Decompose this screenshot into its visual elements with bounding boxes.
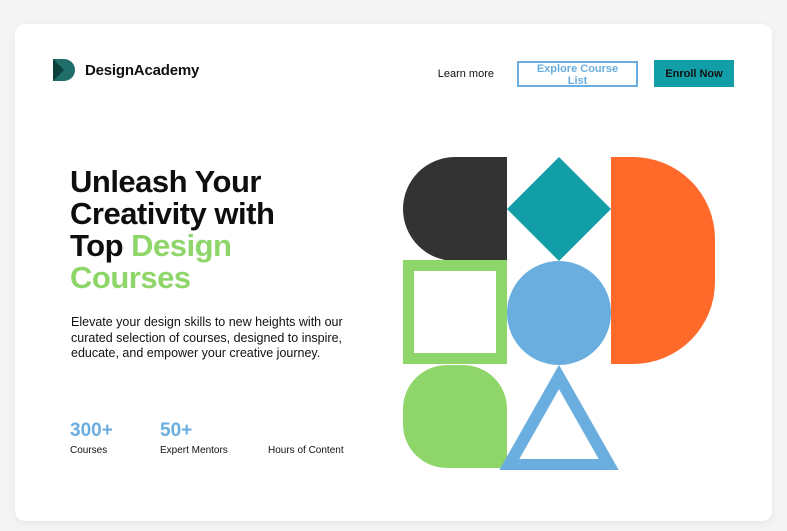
- hero-title-accent-design: Design: [131, 228, 232, 263]
- green-square-outline-shape: [403, 260, 507, 364]
- orange-d-shape: [611, 157, 715, 364]
- dark-rounded-block-shape: [403, 157, 507, 261]
- hero-title-line1: Unleash Your: [70, 164, 261, 199]
- stat-hours: Hours of Content: [268, 420, 344, 457]
- hero-title-line3: Top: [70, 228, 132, 263]
- stat-courses-value: 300+: [70, 420, 113, 441]
- hero-title-line2: Creativity with: [70, 196, 275, 231]
- site-header: DesignAcademy Learn more Explore Course …: [15, 24, 772, 119]
- learn-more-link[interactable]: Learn more: [438, 68, 494, 80]
- blue-circle-shape: [507, 261, 611, 365]
- stat-courses: 300+ Courses: [70, 420, 113, 457]
- green-leaf-shape: [403, 365, 507, 468]
- design-academy-logo-icon: [53, 59, 75, 81]
- stat-hours-label: Hours of Content: [268, 445, 344, 456]
- brand-name: DesignAcademy: [85, 61, 200, 79]
- hero-title: Unleash Your Creativity with Top Design …: [70, 166, 370, 294]
- stat-courses-label: Courses: [70, 445, 108, 456]
- enroll-now-button[interactable]: Enroll Now: [654, 60, 734, 87]
- stats-row: 300+ Courses 50+ Expert Mentors Hours of…: [70, 420, 370, 460]
- stat-hours-value: [268, 420, 344, 442]
- stat-mentors-label: Expert Mentors: [160, 445, 228, 456]
- hero-illustration: [403, 157, 715, 470]
- hero-description: Elevate your design skills to new height…: [71, 315, 343, 360]
- blue-triangle-outline-shape: [499, 364, 619, 470]
- brand-logo[interactable]: DesignAcademy: [53, 59, 199, 81]
- top-nav: Learn more Explore Course List Enroll No…: [438, 60, 734, 87]
- hero-card: DesignAcademy Learn more Explore Course …: [15, 24, 772, 521]
- stat-mentors: 50+ Expert Mentors: [160, 420, 228, 457]
- teal-diamond-shape: [507, 157, 611, 261]
- hero-title-accent-courses: Courses: [70, 260, 191, 295]
- stat-mentors-value: 50+: [160, 420, 193, 441]
- explore-course-list-button[interactable]: Explore Course List: [517, 60, 638, 87]
